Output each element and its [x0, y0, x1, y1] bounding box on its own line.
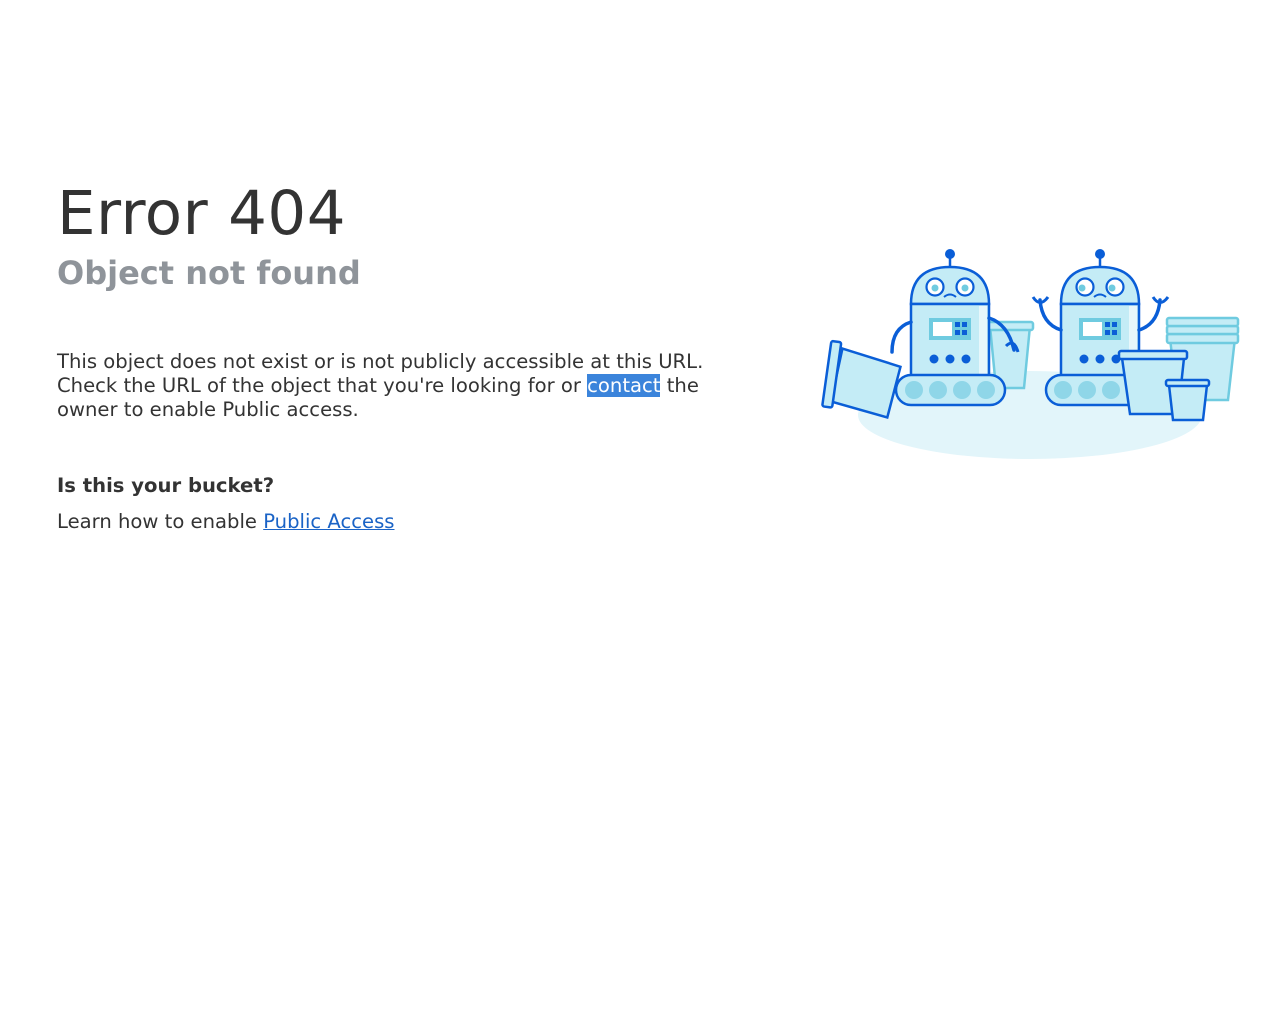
contact-link[interactable]: contact [587, 374, 661, 397]
error-content: Error 404 Object not found This object d… [57, 178, 737, 534]
bucket-help-text: Learn how to enable Public Access [57, 510, 737, 534]
robots-illustration [820, 240, 1250, 465]
bucket-help-label: Learn how to enable [57, 510, 264, 533]
bucket-heading: Is this your bucket? [57, 474, 275, 497]
public-access-link[interactable]: Public Access [263, 510, 394, 533]
error-message: This object does not exist or is not pub… [57, 350, 747, 422]
robots-with-buckets-icon [821, 249, 1240, 459]
bucket-front-small-icon [1164, 378, 1211, 422]
page-title: Error 404 [57, 178, 347, 249]
page-subtitle: Object not found [57, 254, 361, 292]
